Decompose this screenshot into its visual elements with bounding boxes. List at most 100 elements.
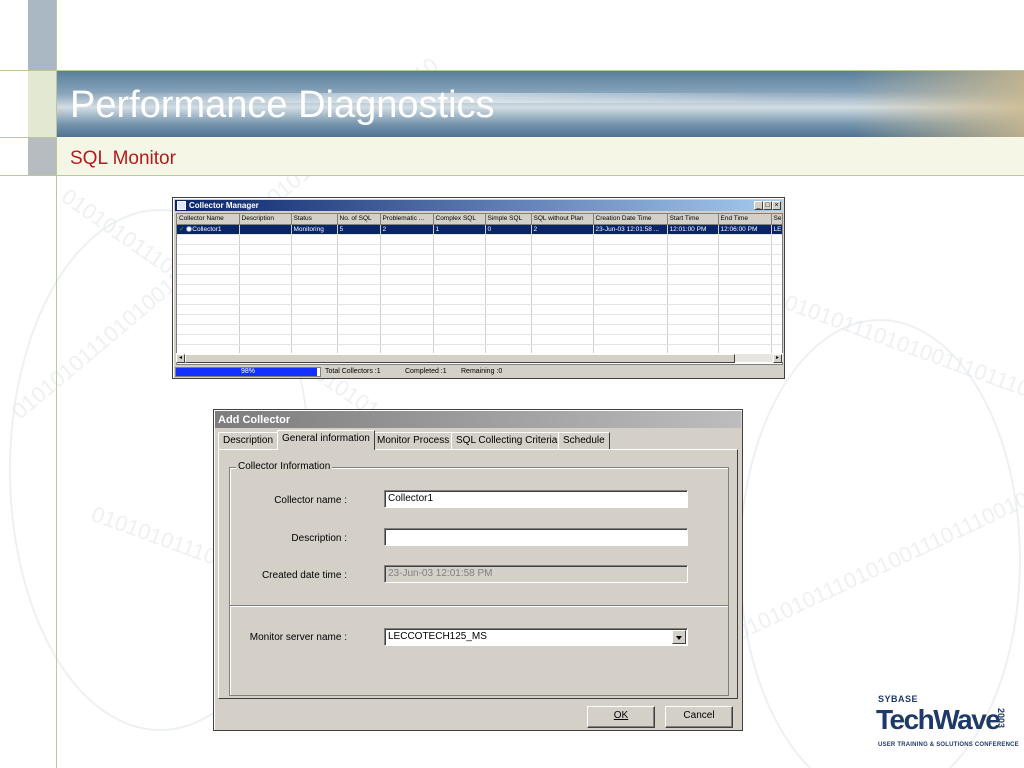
remaining-status: Remaining :0 — [461, 368, 503, 375]
column-header[interactable]: Status — [291, 214, 338, 225]
empty-cell — [485, 314, 532, 325]
column-header[interactable]: Collector Name — [177, 214, 240, 225]
logo-sybase: SYBASE — [878, 694, 919, 704]
table-row[interactable]: ✓ Collector1 Monitoring 5 2 1 0 2 23-Jun… — [177, 224, 782, 235]
table-row-empty — [177, 284, 782, 295]
empty-cell — [380, 324, 434, 335]
collector-manager-titlebar[interactable]: Collector Manager _ □ × — [175, 200, 782, 211]
empty-cell — [771, 304, 782, 315]
empty-cell — [485, 274, 532, 285]
empty-cell — [433, 324, 486, 335]
empty-cell — [177, 284, 240, 295]
column-header[interactable]: No. of SQL — [337, 214, 381, 225]
logo-year: 2003 — [996, 708, 1006, 729]
description-cell — [239, 224, 292, 235]
tab-schedule[interactable]: Schedule — [558, 432, 610, 449]
decor-block-top — [28, 0, 56, 71]
sql-without-plan-cell: 2 — [531, 224, 594, 235]
scroll-thumb[interactable] — [185, 354, 735, 363]
column-header[interactable]: SQL without Plan — [531, 214, 594, 225]
tab-monitor-process[interactable]: Monitor Process — [372, 432, 455, 449]
column-header[interactable]: Creation Date Time — [593, 214, 668, 225]
empty-cell — [337, 254, 381, 265]
empty-cell — [593, 334, 668, 345]
logo-tagline: USER TRAINING & SOLUTIONS CONFERENCE — [878, 742, 1019, 748]
total-collectors-status: Total Collectors :1 — [325, 368, 381, 375]
close-button[interactable]: × — [772, 201, 781, 210]
empty-cell — [177, 334, 240, 345]
column-header[interactable]: Problematic ... — [380, 214, 434, 225]
empty-cell — [718, 244, 772, 255]
empty-cell — [485, 264, 532, 275]
subtitle-band — [57, 137, 1024, 175]
maximize-button[interactable]: □ — [763, 201, 772, 210]
collector-manager-window: Collector Manager _ □ × Collector Name D… — [172, 197, 785, 379]
empty-cell — [485, 234, 532, 245]
minimize-button[interactable]: _ — [754, 201, 763, 210]
tab-general-information[interactable]: General information — [277, 430, 375, 450]
empty-cell — [291, 254, 338, 265]
column-header[interactable]: Simple SQL — [485, 214, 532, 225]
empty-cell — [667, 294, 719, 305]
progress-label: 98% — [240, 368, 255, 375]
cancel-button[interactable]: Cancel — [665, 706, 733, 728]
empty-cell — [718, 284, 772, 295]
empty-cell — [291, 294, 338, 305]
add-collector-titlebar[interactable]: Add Collector — [215, 411, 741, 428]
empty-cell — [485, 294, 532, 305]
complex-sql-cell: 1 — [433, 224, 486, 235]
empty-cell — [433, 244, 486, 255]
decor-block-mid — [28, 71, 56, 137]
empty-cell — [593, 244, 668, 255]
empty-cell — [771, 324, 782, 335]
empty-cell — [593, 284, 668, 295]
scroll-right-icon[interactable]: ▸ — [773, 354, 782, 363]
empty-cell — [291, 264, 338, 275]
empty-cell — [485, 304, 532, 315]
monitor-server-select[interactable]: LECCOTECH125_MS — [384, 628, 688, 646]
table-row-empty — [177, 334, 782, 345]
empty-cell — [485, 334, 532, 345]
empty-cell — [718, 304, 772, 315]
table-row-empty — [177, 234, 782, 245]
problematic-cell: 2 — [380, 224, 434, 235]
tab-description[interactable]: Description — [218, 432, 279, 449]
tab-sql-collecting-criteria[interactable]: SQL Collecting Criteria — [451, 432, 563, 449]
column-header[interactable]: Se — [771, 214, 782, 225]
collector-table: Collector Name Description Status No. of… — [177, 214, 782, 355]
empty-cell — [433, 234, 486, 245]
empty-cell — [531, 324, 594, 335]
empty-cell — [433, 274, 486, 285]
collector-grid[interactable]: Collector Name Description Status No. of… — [176, 213, 783, 365]
empty-cell — [485, 254, 532, 265]
status-cell: Monitoring — [291, 224, 338, 235]
slide-title: Performance Diagnostics — [70, 84, 495, 126]
server-cell: LE — [771, 224, 782, 235]
ok-button[interactable]: OK — [587, 706, 655, 728]
empty-cell — [239, 304, 292, 315]
empty-cell — [177, 234, 240, 245]
column-header[interactable]: Complex SQL — [433, 214, 486, 225]
collector-name-input[interactable]: Collector1 — [384, 490, 688, 508]
empty-cell — [433, 314, 486, 325]
column-header[interactable]: End Time — [718, 214, 772, 225]
empty-cell — [380, 264, 434, 275]
empty-cell — [771, 234, 782, 245]
empty-cell — [771, 244, 782, 255]
app-icon — [177, 201, 186, 210]
table-row-empty — [177, 274, 782, 285]
techwave-logo: SYBASE TechWave 2003 USER TRAINING & SOL… — [876, 694, 1019, 756]
empty-cell — [667, 304, 719, 315]
column-header[interactable]: Description — [239, 214, 292, 225]
simple-sql-cell: 0 — [485, 224, 532, 235]
description-input[interactable] — [384, 528, 688, 546]
horizontal-scrollbar[interactable]: ◂ ▸ — [176, 353, 783, 363]
empty-cell — [433, 254, 486, 265]
empty-cell — [718, 294, 772, 305]
monitor-server-name-label: Monitor server name : — [249, 632, 347, 643]
scroll-left-icon[interactable]: ◂ — [176, 354, 185, 363]
table-row-empty — [177, 294, 782, 305]
column-header[interactable]: Start Time — [667, 214, 719, 225]
chevron-down-icon[interactable] — [672, 630, 686, 644]
empty-cell — [667, 324, 719, 335]
